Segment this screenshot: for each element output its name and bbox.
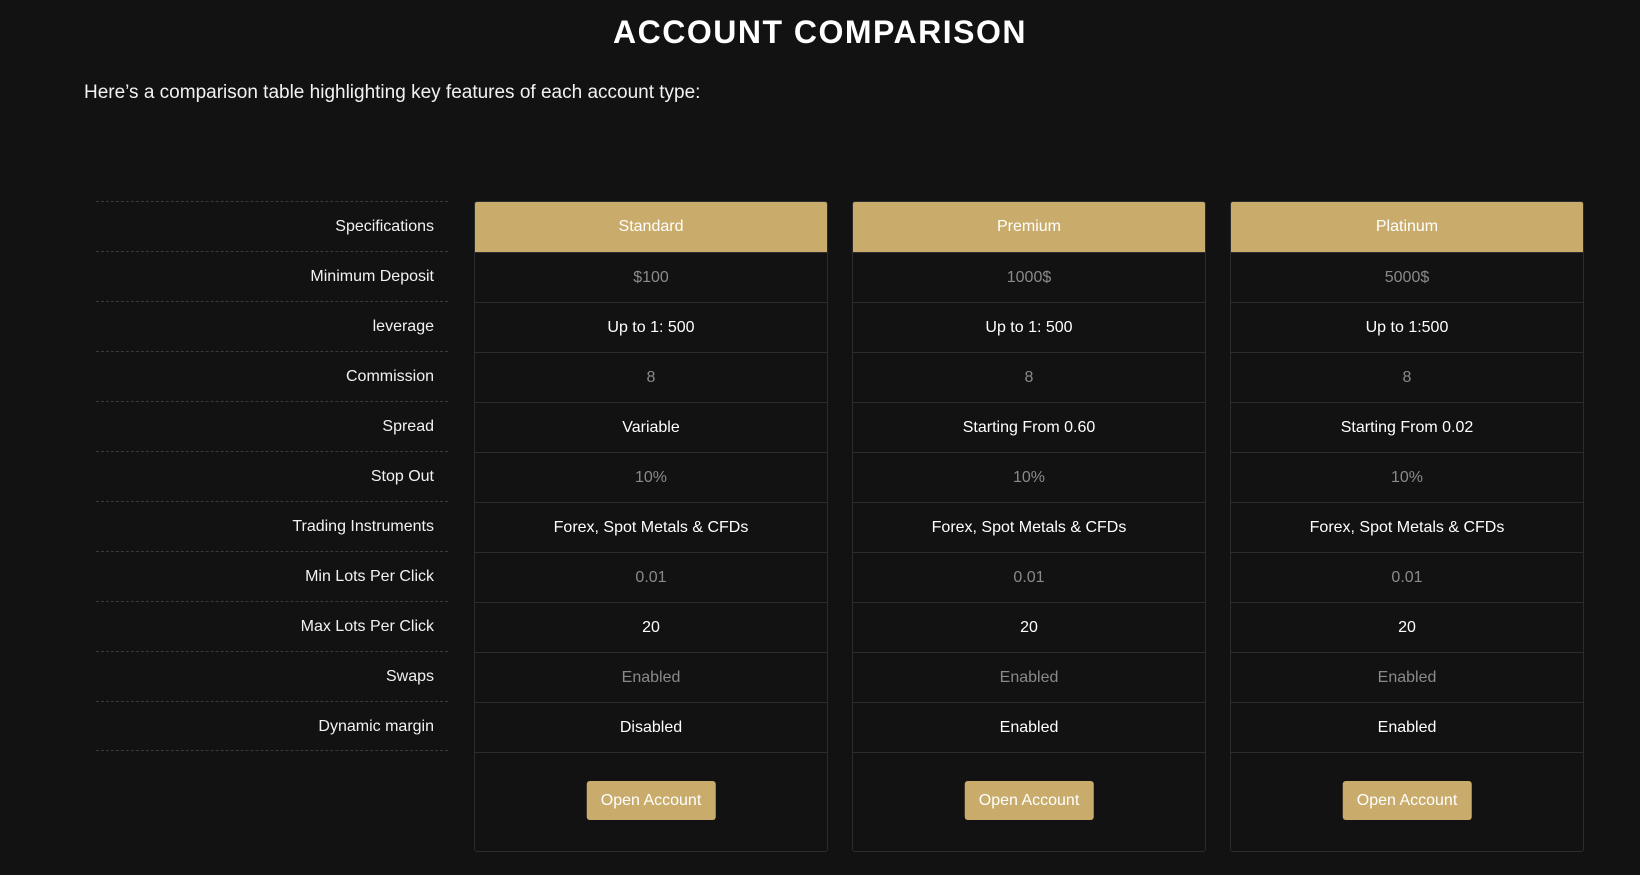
premium-trading-instruments: Forex, Spot Metals & CFDs <box>853 502 1205 552</box>
premium-spread: Starting From 0.60 <box>853 402 1205 452</box>
platinum-min-lots: 0.01 <box>1231 552 1583 602</box>
label-min-lots-per-click: Min Lots Per Click <box>96 551 448 601</box>
platinum-dynamic-margin: Enabled <box>1231 702 1583 752</box>
label-commission: Commission <box>96 351 448 401</box>
label-dynamic-margin: Dynamic margin <box>96 701 448 751</box>
label-max-lots-per-click: Max Lots Per Click <box>96 601 448 651</box>
standard-dynamic-margin: Disabled <box>475 702 827 752</box>
platinum-stop-out: 10% <box>1231 452 1583 502</box>
plan-card-standard: Standard $100 Up to 1: 500 8 Variable 10… <box>474 201 828 852</box>
open-account-button-platinum[interactable]: Open Account <box>1342 781 1472 820</box>
standard-commission: 8 <box>475 352 827 402</box>
intro-text: Here’s a comparison table highlighting k… <box>84 82 701 103</box>
premium-min-lots: 0.01 <box>853 552 1205 602</box>
standard-min-lots: 0.01 <box>475 552 827 602</box>
label-leverage: leverage <box>96 301 448 351</box>
specifications-header: Specifications <box>96 201 448 251</box>
plan-footer-standard: Open Account <box>475 752 827 851</box>
premium-swaps: Enabled <box>853 652 1205 702</box>
premium-commission: 8 <box>853 352 1205 402</box>
open-account-button-standard[interactable]: Open Account <box>586 781 716 820</box>
platinum-minimum-deposit: 5000$ <box>1231 252 1583 302</box>
plan-header-premium: Premium <box>853 202 1205 252</box>
plan-card-premium: Premium 1000$ Up to 1: 500 8 Starting Fr… <box>852 201 1206 852</box>
premium-max-lots: 20 <box>853 602 1205 652</box>
standard-stop-out: 10% <box>475 452 827 502</box>
account-comparison-page: ACCOUNT COMPARISON Here’s a comparison t… <box>0 0 1640 875</box>
plan-header-platinum: Platinum <box>1231 202 1583 252</box>
standard-leverage: Up to 1: 500 <box>475 302 827 352</box>
label-spread: Spread <box>96 401 448 451</box>
plan-card-platinum: Platinum 5000$ Up to 1:500 8 Starting Fr… <box>1230 201 1584 852</box>
platinum-spread: Starting From 0.02 <box>1231 402 1583 452</box>
platinum-max-lots: 20 <box>1231 602 1583 652</box>
premium-minimum-deposit: 1000$ <box>853 252 1205 302</box>
plan-footer-platinum: Open Account <box>1231 752 1583 851</box>
page-title: ACCOUNT COMPARISON <box>613 14 1027 50</box>
standard-trading-instruments: Forex, Spot Metals & CFDs <box>475 502 827 552</box>
plan-header-standard: Standard <box>475 202 827 252</box>
specifications-column: Specifications Minimum Deposit leverage … <box>96 201 448 751</box>
premium-leverage: Up to 1: 500 <box>853 302 1205 352</box>
open-account-button-premium[interactable]: Open Account <box>964 781 1094 820</box>
platinum-swaps: Enabled <box>1231 652 1583 702</box>
standard-minimum-deposit: $100 <box>475 252 827 302</box>
plan-footer-premium: Open Account <box>853 752 1205 851</box>
premium-dynamic-margin: Enabled <box>853 702 1205 752</box>
label-trading-instruments: Trading Instruments <box>96 501 448 551</box>
standard-spread: Variable <box>475 402 827 452</box>
label-swaps: Swaps <box>96 651 448 701</box>
standard-max-lots: 20 <box>475 602 827 652</box>
standard-swaps: Enabled <box>475 652 827 702</box>
platinum-commission: 8 <box>1231 352 1583 402</box>
label-stop-out: Stop Out <box>96 451 448 501</box>
platinum-leverage: Up to 1:500 <box>1231 302 1583 352</box>
platinum-trading-instruments: Forex, Spot Metals & CFDs <box>1231 502 1583 552</box>
premium-stop-out: 10% <box>853 452 1205 502</box>
label-minimum-deposit: Minimum Deposit <box>96 251 448 301</box>
